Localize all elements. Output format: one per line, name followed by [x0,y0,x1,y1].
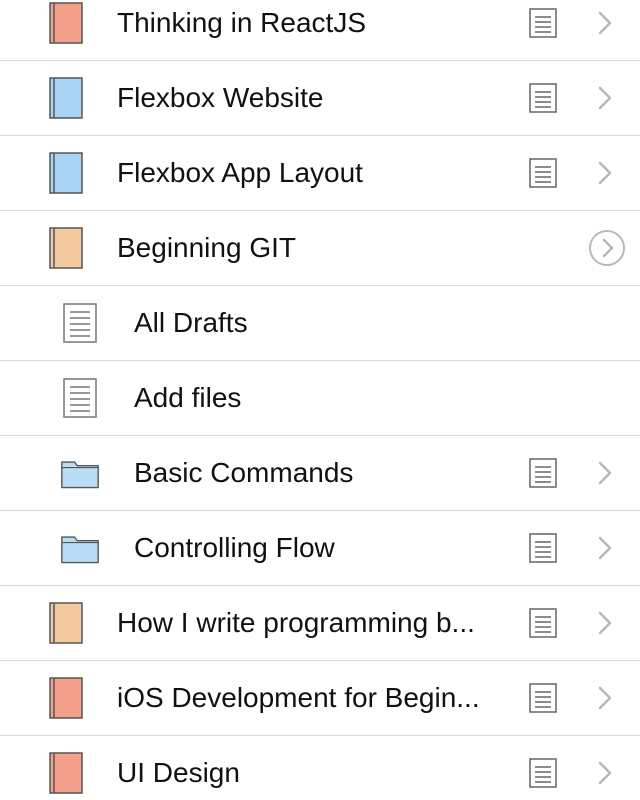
list-item-basic-commands[interactable]: Basic Commands [0,436,640,511]
book-red-icon [46,0,86,60]
document-icon [60,286,100,360]
document-icon[interactable] [529,533,557,568]
list-item-label: Flexbox Website [117,82,324,113]
book-blue-icon [46,136,86,210]
document-icon[interactable] [529,158,557,193]
list-item-label: Controlling Flow [134,532,335,563]
list-item-ui-design[interactable]: UI Design [0,736,640,800]
chevron-right-icon[interactable] [597,611,613,640]
list-item-label: All Drafts [134,307,248,338]
list-item-add-files[interactable]: Add files [0,361,640,436]
list-item-label: Add files [134,382,242,413]
list-item-label: Flexbox App Layout [117,157,363,188]
list-item-ios-development[interactable]: iOS Development for Begin... [0,661,640,736]
chevron-right-icon[interactable] [597,686,613,715]
document-icon[interactable] [529,608,557,643]
document-icon[interactable] [529,83,557,118]
folder-icon [60,511,100,585]
chevron-right-icon[interactable] [597,161,613,190]
list-item-thinking-in-reactjs[interactable]: Thinking in ReactJS [0,0,640,61]
circle-chevron-icon[interactable] [588,229,626,272]
book-orange-icon [46,586,86,660]
list-item-label: Beginning GIT [117,232,296,263]
list-item-label: Thinking in ReactJS [117,7,367,38]
chevron-right-icon[interactable] [597,461,613,490]
list-item-flexbox-website[interactable]: Flexbox Website [0,61,640,136]
list-item-how-i-write-programming[interactable]: How I write programming b... [0,586,640,661]
book-blue-icon [46,61,86,135]
document-icon[interactable] [529,458,557,493]
chevron-right-icon[interactable] [597,11,613,40]
sheet-list: Thinking in ReactJS Flexbox Website Flex… [0,0,640,794]
chevron-right-icon[interactable] [597,86,613,115]
list-item-controlling-flow[interactable]: Controlling Flow [0,511,640,586]
folder-icon [60,436,100,510]
list-item-label: Basic Commands [134,457,354,488]
list-item-label: How I write programming b... [117,607,475,638]
document-icon[interactable] [529,683,557,718]
book-red-icon [46,661,86,735]
document-icon [60,361,100,435]
list-item-label: UI Design [117,757,240,788]
document-icon[interactable] [529,8,557,43]
book-red-icon [46,736,86,800]
list-item-label: iOS Development for Begin... [117,682,480,713]
chevron-right-icon[interactable] [597,536,613,565]
book-orange-icon [46,211,86,285]
list-item-flexbox-app-layout[interactable]: Flexbox App Layout [0,136,640,211]
document-icon[interactable] [529,758,557,793]
list-item-all-drafts[interactable]: All Drafts [0,286,640,361]
list-item-beginning-git[interactable]: Beginning GIT [0,211,640,286]
chevron-right-icon[interactable] [597,761,613,790]
